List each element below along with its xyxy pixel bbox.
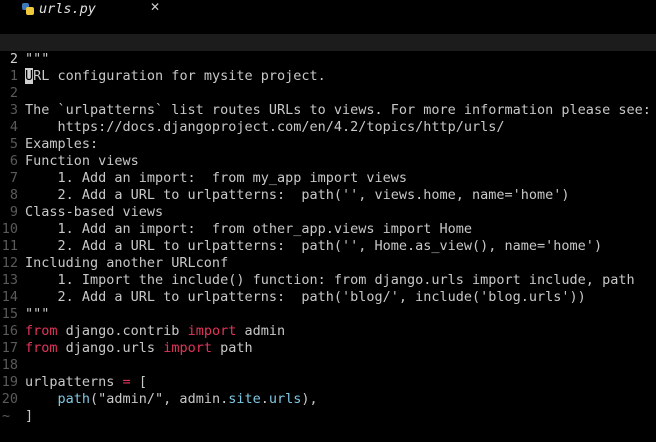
code-line: 19 path("admin/", admin.site.urls), bbox=[0, 357, 656, 407]
tab-bar: urls.py ✕ bbox=[0, 0, 656, 17]
code-line: 12 1. Import the include() function: fro… bbox=[0, 238, 656, 288]
code-line: 5 Function views bbox=[0, 119, 656, 169]
code-line: 9 1. Add an import: from other_app.views… bbox=[0, 187, 656, 237]
python-file-icon bbox=[22, 2, 34, 15]
code-line: 1 bbox=[0, 51, 656, 84]
tab-label: urls.py bbox=[39, 0, 96, 17]
code-line: 7 2. Add a URL to urlpatterns: path('', … bbox=[0, 153, 656, 203]
code-line: 17 bbox=[0, 323, 656, 356]
code-line: 1 """ bbox=[0, 17, 656, 67]
code-line: 15 from django.contrib import admin bbox=[0, 289, 656, 339]
code-line: 20 ] bbox=[0, 374, 656, 424]
code-line: 10 2. Add a URL to urlpatterns: path('',… bbox=[0, 204, 656, 254]
code-line: 11 Including another URLconf bbox=[0, 221, 656, 271]
code-line: 18 urlpatterns = [ bbox=[0, 340, 656, 390]
code-line-current: 2 URL configuration for mysite project. bbox=[0, 34, 656, 84]
tilde-marker: ~ bbox=[2, 408, 11, 424]
code-line: 8 Class-based views bbox=[0, 170, 656, 220]
code-line: 14 """ bbox=[0, 272, 656, 322]
empty-line-marker: ~ bbox=[0, 391, 656, 424]
code-line: 13 2. Add a URL to urlpatterns: path('bl… bbox=[0, 255, 656, 305]
code-line: 16 from django.urls import path bbox=[0, 306, 656, 356]
close-icon[interactable]: ✕ bbox=[150, 0, 160, 14]
tab-urls-py[interactable]: urls.py ✕ bbox=[22, 0, 172, 17]
code-line: 2 The `urlpatterns` list routes URLs to … bbox=[0, 68, 656, 118]
code-line: 3 https://docs.djangoproject.com/en/4.2/… bbox=[0, 85, 656, 135]
code-editor[interactable]: 1 """ 2 URL configuration for mysite pro… bbox=[0, 17, 656, 424]
code-line: 6 1. Add an import: from my_app import v… bbox=[0, 136, 656, 186]
code-line: 4 Examples: bbox=[0, 102, 656, 152]
